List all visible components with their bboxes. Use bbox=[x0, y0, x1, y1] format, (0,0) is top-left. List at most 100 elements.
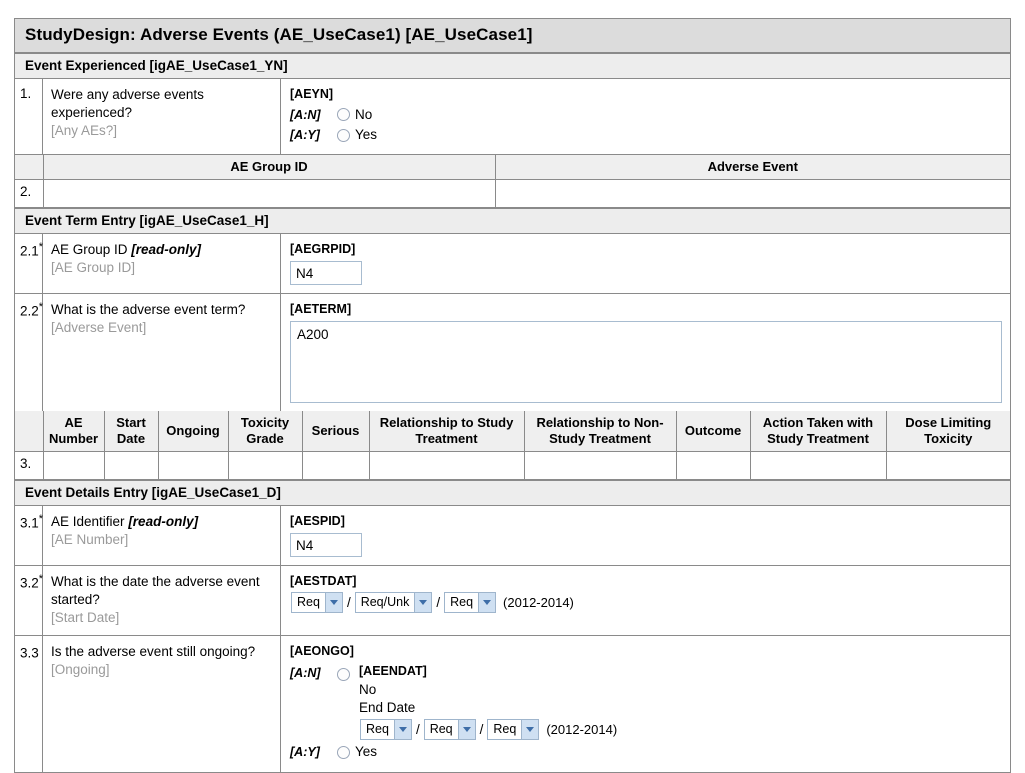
question-label: What is the date the adverse event start… bbox=[51, 573, 260, 607]
question-text-cell: Is the adverse event still ongoing? [Ong… bbox=[43, 636, 281, 772]
chevron-down-icon[interactable] bbox=[324, 593, 342, 613]
question-label: AE Identifier bbox=[51, 513, 125, 529]
variable-name: [AEGRPID] bbox=[290, 242, 356, 257]
chevron-down-icon[interactable] bbox=[457, 720, 475, 740]
question-label: Were any adverse events experienced? bbox=[51, 87, 204, 121]
column-header-outcome: Outcome bbox=[675, 410, 751, 452]
chevron-down-icon[interactable] bbox=[393, 720, 411, 740]
section-header-event-experienced: Event Experienced [igAE_UseCase1_YN] bbox=[15, 53, 1010, 79]
question-text-cell: Were any adverse events experienced? [An… bbox=[43, 79, 281, 155]
question-label: What is the adverse event term? bbox=[51, 302, 246, 318]
crf-page: StudyDesign: Adverse Events (AE_UseCase1… bbox=[0, 0, 1025, 773]
radio-icon[interactable] bbox=[337, 108, 350, 122]
question-row-2-1: 2.1* AE Group ID [read-only] [AE Group I… bbox=[15, 234, 1010, 295]
question-number: 2.2* bbox=[15, 294, 43, 411]
select-value: Req bbox=[429, 722, 453, 737]
cell-relationship-non-study-treatment[interactable] bbox=[523, 450, 677, 480]
cell-action-taken[interactable] bbox=[749, 450, 887, 480]
question-number: 3.1* bbox=[15, 505, 43, 565]
chevron-down-icon[interactable] bbox=[521, 720, 539, 740]
cell-dose-limiting-toxicity[interactable] bbox=[885, 450, 1010, 480]
option-label-no: No bbox=[359, 681, 377, 697]
cell-ae-number[interactable] bbox=[42, 450, 105, 480]
ae-group-id-input[interactable]: N4 bbox=[290, 261, 362, 286]
end-date-year-select[interactable]: Req bbox=[487, 719, 540, 741]
question-row-2-2: 2.2* What is the adverse event term? [Ad… bbox=[15, 294, 1010, 411]
answer-cell: [AESTDAT] Req / Req/Unk / Req (2012-2014… bbox=[281, 566, 1010, 636]
column-header-dose-limiting-toxicity: Dose Limiting Toxicity bbox=[885, 410, 1010, 452]
question-text-cell: What is the date the adverse event start… bbox=[43, 565, 281, 636]
cell-start-date[interactable] bbox=[103, 450, 159, 480]
question-alias: [AE Number] bbox=[51, 531, 129, 547]
option-code: [A:Y] bbox=[290, 127, 320, 142]
cell-toxicity-grade[interactable] bbox=[227, 450, 303, 480]
answer-cell: [AETERM] A200 bbox=[281, 294, 1010, 411]
answer-cell: [AEYN] [A:N] No [A:Y] Yes bbox=[281, 79, 1010, 154]
question-row-3-1: 3.1* AE Identifier [read-only] [AE Numbe… bbox=[15, 505, 1010, 566]
question-number: 3.2* bbox=[15, 565, 43, 636]
option-label: Yes bbox=[355, 127, 378, 143]
grid-corner bbox=[15, 410, 44, 452]
start-date-day-select[interactable]: Req bbox=[291, 592, 343, 614]
answer-cell: [AEGRPID] N4 bbox=[281, 234, 1010, 293]
chevron-down-icon[interactable] bbox=[414, 593, 432, 613]
question-alias: [Ongoing] bbox=[51, 662, 110, 678]
year-range-hint: (2012-2014) bbox=[546, 722, 618, 738]
radio-icon[interactable] bbox=[337, 668, 350, 682]
readonly-tag: [read-only] bbox=[128, 513, 199, 529]
cell-serious[interactable] bbox=[301, 450, 370, 480]
question-row-1: 1. Were any adverse events experienced? … bbox=[15, 79, 1010, 156]
readonly-tag: [read-only] bbox=[131, 242, 202, 258]
date-separator: / bbox=[436, 594, 441, 610]
question-number-text: 3.3 bbox=[20, 645, 39, 661]
select-value: Req bbox=[297, 595, 320, 610]
question-text-cell: AE Group ID [read-only] [AE Group ID] bbox=[43, 234, 281, 294]
cell-ae-group-id[interactable] bbox=[42, 179, 496, 209]
radio-icon[interactable] bbox=[337, 745, 350, 759]
adverse-event-term-textarea[interactable]: A200 bbox=[290, 320, 1002, 403]
table-row[interactable]: 3. bbox=[15, 450, 1010, 480]
end-date-label: End Date bbox=[359, 700, 416, 716]
date-separator: / bbox=[479, 721, 484, 737]
page-title: StudyDesign: Adverse Events (AE_UseCase1… bbox=[15, 19, 1010, 53]
variable-name: [AETERM] bbox=[290, 302, 352, 317]
cell-adverse-event[interactable] bbox=[494, 179, 1010, 209]
start-date-controls: Req / Req/Unk / Req (2012-2014) bbox=[290, 592, 1002, 614]
ae-identifier-input[interactable]: N4 bbox=[290, 532, 362, 557]
question-number-text: 2.2 bbox=[20, 303, 39, 319]
cell-outcome[interactable] bbox=[675, 450, 751, 480]
start-date-year-select[interactable]: Req bbox=[444, 592, 497, 614]
end-date-month-select[interactable]: Req bbox=[423, 719, 476, 741]
option-code-yes: [A:Y] bbox=[290, 745, 320, 760]
select-value: Req/Unk bbox=[360, 595, 410, 610]
cell-ongoing[interactable] bbox=[157, 450, 229, 480]
radio-option-yes[interactable]: [A:Y] Yes bbox=[290, 126, 1002, 144]
end-date-controls: Req / Req / Req (2012-2014) bbox=[359, 719, 618, 741]
column-header-ae-group-id: AE Group ID bbox=[42, 155, 496, 181]
date-separator: / bbox=[415, 721, 420, 737]
chevron-down-icon[interactable] bbox=[478, 593, 496, 613]
select-value: Req bbox=[366, 722, 389, 737]
column-header-adverse-event: Adverse Event bbox=[494, 155, 1010, 181]
cell-relationship-study-treatment[interactable] bbox=[368, 450, 525, 480]
answer-cell: [AESPID] N4 bbox=[281, 506, 1010, 565]
section-header-event-details-entry: Event Details Entry [igAE_UseCase1_D] bbox=[15, 479, 1010, 506]
column-header-relationship-study-treatment: Relationship to Study Treatment bbox=[368, 410, 525, 452]
question-label: AE Group ID bbox=[51, 242, 128, 258]
radio-option-yes[interactable]: [A:Y] Yes bbox=[290, 743, 1002, 761]
column-header-serious: Serious bbox=[301, 410, 370, 452]
table-row[interactable]: 2. bbox=[15, 179, 1010, 209]
ae-group-grid: AE Group ID Adverse Event 2. bbox=[15, 155, 1010, 209]
column-header-toxicity-grade: Toxicity Grade bbox=[227, 410, 303, 452]
row-number: 3. bbox=[15, 450, 44, 480]
start-date-month-select[interactable]: Req/Unk bbox=[354, 592, 433, 614]
question-text-cell: What is the adverse event term? [Adverse… bbox=[43, 294, 281, 411]
answer-cell: [AEONGO] [A:N] [AEENDAT] No End Date Req bbox=[281, 636, 1010, 771]
radio-option-no[interactable]: [A:N] No bbox=[290, 106, 1002, 124]
end-date-day-select[interactable]: Req bbox=[360, 719, 412, 741]
column-header-relationship-non-study-treatment: Relationship to Non-Study Treatment bbox=[523, 410, 677, 452]
variable-name: [AESTDAT] bbox=[290, 573, 357, 588]
table-header-row: AE Group ID Adverse Event bbox=[15, 155, 1010, 181]
radio-icon[interactable] bbox=[337, 128, 350, 142]
select-value: Req bbox=[493, 722, 517, 737]
